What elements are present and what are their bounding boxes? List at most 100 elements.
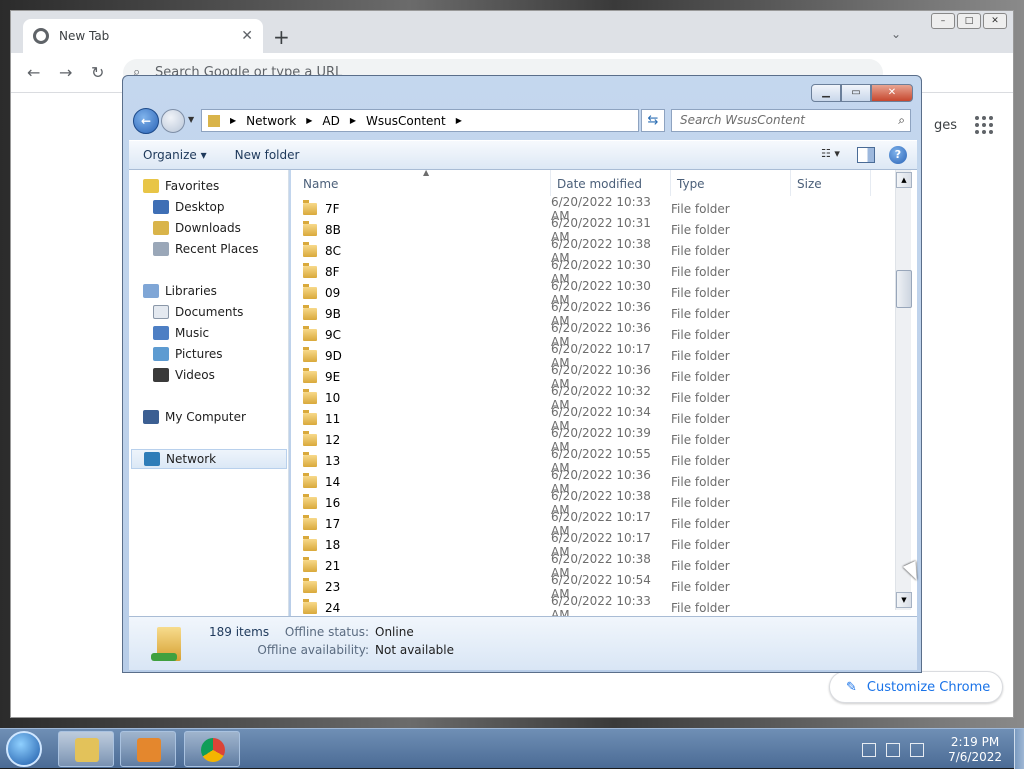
file-name-cell: 11 (291, 409, 551, 426)
nav-my-computer[interactable]: My Computer (143, 407, 299, 427)
file-name: 09 (325, 285, 341, 300)
search-input[interactable]: Search WsusContent ⌕ (671, 109, 911, 132)
maximize-button[interactable]: □ (957, 13, 981, 29)
type-cell: File folder (671, 327, 730, 342)
change-view-icon[interactable]: ☷ ▾ (821, 147, 843, 163)
type-cell: File folder (671, 432, 730, 447)
column-date-modified[interactable]: Date modified (551, 170, 671, 196)
organize-button[interactable]: Organize ▾ (129, 148, 221, 162)
file-name-cell: 9C (291, 325, 551, 342)
chevron-right-icon[interactable]: ▶ (456, 116, 462, 125)
forward-arrow-icon[interactable]: → (59, 63, 72, 82)
chevron-right-icon[interactable]: ▶ (230, 116, 236, 125)
file-name: 8C (325, 243, 342, 258)
search-icon[interactable]: ⌕ (898, 110, 905, 131)
clock[interactable]: 2:19 PM 7/6/2022 (948, 735, 1002, 765)
chevron-right-icon[interactable]: ▶ (350, 116, 356, 125)
folder-icon (303, 283, 317, 299)
ntp-images-link[interactable]: ges (934, 118, 957, 133)
type-cell: File folder (671, 558, 730, 573)
new-tab-button[interactable]: + (273, 25, 290, 49)
explorer-minimize-button[interactable]: ▁ (811, 84, 841, 102)
folder-icon (303, 598, 317, 614)
vertical-scrollbar[interactable]: ▲ ▼ (895, 170, 912, 610)
nav-libraries[interactable]: Libraries (143, 281, 299, 301)
minimize-button[interactable]: – (931, 13, 955, 29)
list-item[interactable]: 24 6/20/2022 10:33 AM File folder (291, 594, 895, 616)
close-button[interactable]: ✕ (983, 13, 1007, 29)
file-name-cell: 9D (291, 346, 551, 363)
type-cell: File folder (671, 201, 730, 216)
nav-pictures[interactable]: Pictures (153, 344, 309, 364)
file-name-cell: 16 (291, 493, 551, 510)
file-name: 11 (325, 411, 341, 426)
folder-icon (303, 514, 317, 530)
back-arrow-icon[interactable]: ← (27, 63, 40, 82)
folder-icon (303, 409, 317, 425)
system-tray: 2:19 PM 7/6/2022 (862, 735, 1014, 765)
explorer-window: ▁ ▭ ✕ ← ▼ ▶ Network ▶ AD ▶ WsusContent ▶… (122, 75, 922, 673)
taskbar-explorer-button[interactable] (58, 731, 114, 767)
network-tray-icon[interactable] (862, 743, 877, 757)
clock-date: 7/6/2022 (948, 750, 1002, 764)
apps-grid-icon[interactable] (975, 116, 993, 134)
folder-icon (303, 388, 317, 404)
column-name[interactable]: Name ▲ (291, 170, 551, 196)
type-cell: File folder (671, 495, 730, 510)
start-button[interactable] (6, 731, 42, 767)
computer-icon (143, 410, 159, 424)
show-desktop-button[interactable] (1014, 729, 1024, 769)
action-center-flag-icon[interactable] (886, 743, 901, 757)
type-cell: File folder (671, 264, 730, 279)
explorer-close-button[interactable]: ✕ (871, 84, 913, 102)
nav-downloads[interactable]: Downloads (153, 218, 309, 238)
breadcrumb-ad[interactable]: AD (322, 114, 339, 128)
nav-network[interactable]: Network (131, 449, 287, 469)
folder-icon (303, 367, 317, 383)
chevron-right-icon[interactable]: ▶ (306, 116, 312, 125)
nav-music[interactable]: Music (153, 323, 309, 343)
folder-icon (303, 241, 317, 257)
network-folder-icon (208, 114, 220, 127)
scroll-thumb[interactable] (896, 270, 912, 308)
clock-time: 2:19 PM (950, 735, 1000, 749)
taskbar-media-player-button[interactable] (120, 731, 176, 767)
customize-chrome-button[interactable]: ✎ Customize Chrome (829, 671, 1003, 703)
search-placeholder: Search WsusContent (680, 113, 806, 127)
reload-icon[interactable]: ↻ (91, 63, 104, 82)
videos-icon (153, 368, 169, 382)
breadcrumb-wsuscontent[interactable]: WsusContent (366, 114, 446, 128)
scroll-down-arrow-icon[interactable]: ▼ (896, 592, 912, 608)
close-tab-icon[interactable]: ✕ (241, 28, 253, 44)
nav-recent-places[interactable]: Recent Places (153, 239, 309, 259)
nav-videos[interactable]: Videos (153, 365, 309, 385)
volume-icon[interactable] (910, 743, 925, 757)
chrome-tab[interactable]: New Tab ✕ (23, 19, 263, 53)
preview-pane-icon[interactable] (857, 147, 875, 163)
scroll-up-arrow-icon[interactable]: ▲ (896, 172, 912, 188)
file-name: 8F (325, 264, 340, 279)
taskbar-chrome-button[interactable] (184, 731, 240, 767)
column-size[interactable]: Size (791, 170, 871, 196)
new-folder-button[interactable]: New folder (221, 148, 314, 162)
file-name: 13 (325, 453, 341, 468)
back-button[interactable]: ← (133, 108, 159, 134)
file-name: 8B (325, 222, 341, 237)
tab-search-chevron-icon[interactable]: ⌄ (891, 27, 901, 41)
refresh-icon[interactable]: ⇆ (641, 109, 665, 132)
help-icon[interactable]: ? (889, 146, 907, 164)
nav-favorites[interactable]: Favorites (143, 176, 299, 196)
recent-pages-dropdown-icon[interactable]: ▼ (188, 115, 194, 124)
breadcrumb-network[interactable]: Network (246, 114, 296, 128)
forward-button[interactable] (161, 109, 185, 133)
explorer-window-controls: ▁ ▭ ✕ (811, 84, 913, 102)
type-cell: File folder (671, 537, 730, 552)
nav-documents[interactable]: Documents (153, 302, 309, 322)
address-bar[interactable]: ▶ Network ▶ AD ▶ WsusContent ▶ ▼ (201, 109, 692, 132)
file-name-cell: 13 (291, 451, 551, 468)
taskbar: 2:19 PM 7/6/2022 (0, 728, 1024, 769)
column-type[interactable]: Type (671, 170, 791, 196)
type-cell: File folder (671, 369, 730, 384)
nav-desktop[interactable]: Desktop (153, 197, 309, 217)
explorer-maximize-button[interactable]: ▭ (841, 84, 871, 102)
